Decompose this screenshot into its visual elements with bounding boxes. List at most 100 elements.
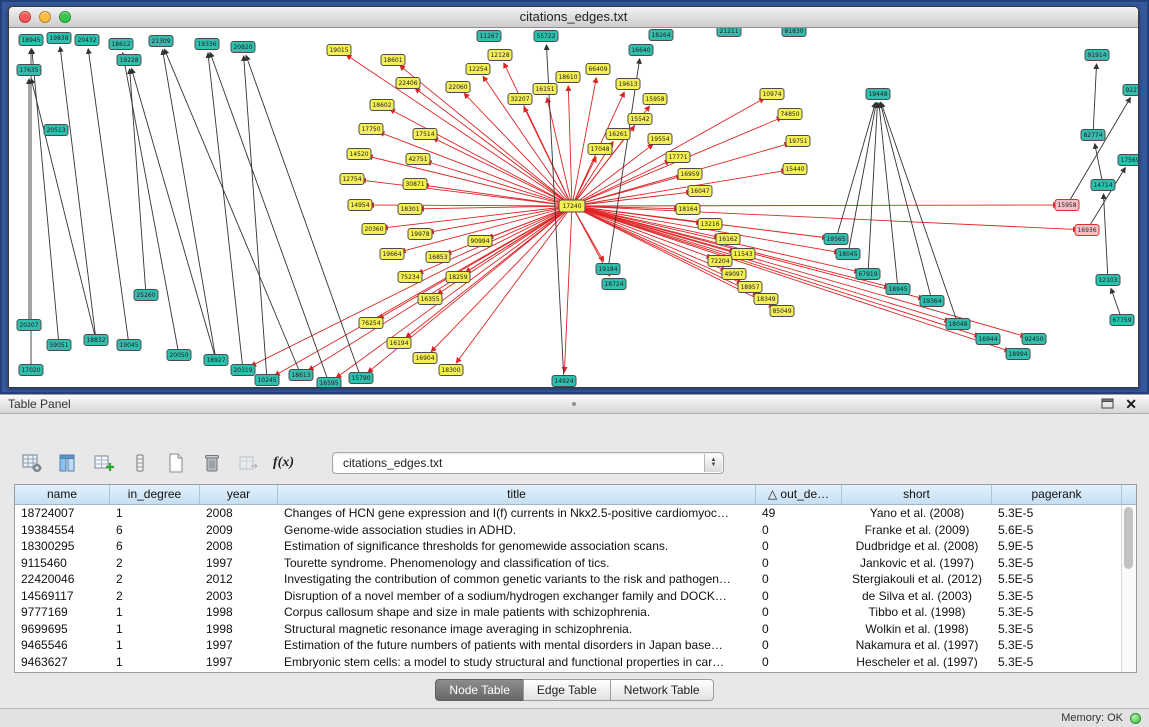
graph-node[interactable]: 16162 — [716, 234, 740, 245]
graph-node[interactable]: 14924 — [552, 376, 576, 387]
graph-node[interactable]: 10245 — [255, 375, 279, 386]
graph-edge[interactable] — [208, 53, 243, 370]
graph-node[interactable]: 16904 — [413, 353, 437, 364]
graph-node[interactable]: 16944 — [976, 334, 1000, 345]
graph-edge[interactable] — [868, 103, 878, 274]
table-row[interactable]: 969969511998Structural magnetic resonanc… — [15, 621, 1122, 638]
graph-edge[interactable] — [524, 107, 572, 206]
graph-node[interactable]: 21211 — [717, 28, 741, 37]
graph-edge[interactable] — [379, 206, 572, 318]
tab-edge-table[interactable]: Edge Table — [523, 679, 611, 701]
graph-node[interactable]: 15958 — [643, 94, 667, 105]
graph-node[interactable]: 17240 — [559, 200, 585, 212]
graph-node[interactable]: 85049 — [770, 306, 794, 317]
show-columns-icon[interactable] — [54, 450, 81, 477]
column-header[interactable]: pagerank — [992, 485, 1122, 504]
graph-node[interactable]: 15790 — [349, 373, 373, 384]
graph-edge[interactable] — [572, 157, 596, 206]
graph-node[interactable]: 20513 — [44, 125, 68, 136]
graph-node[interactable]: 12128 — [488, 50, 512, 61]
graph-edge[interactable] — [164, 49, 301, 375]
graph-node[interactable]: 19228 — [117, 55, 141, 66]
graph-edge[interactable] — [572, 206, 1009, 351]
graph-node[interactable]: 13216 — [698, 219, 722, 230]
tab-network-table[interactable]: Network Table — [610, 679, 714, 701]
graph-node[interactable]: 18349 — [754, 294, 778, 305]
network-canvas[interactable]: 1894519838204321861221309193362082017635… — [9, 28, 1138, 388]
graph-node[interactable]: 17750 — [359, 124, 383, 135]
graph-node[interactable]: 12754 — [340, 174, 364, 185]
graph-node[interactable]: 20319 — [231, 365, 255, 376]
graph-node[interactable]: 19978 — [408, 229, 432, 240]
graph-node[interactable]: 19565 — [824, 234, 848, 245]
graph-node[interactable]: 18045 — [836, 249, 860, 260]
table-mode-icon[interactable] — [126, 450, 153, 477]
column-header[interactable]: in_degree — [110, 485, 200, 504]
graph-node[interactable]: 92274 — [1123, 85, 1138, 96]
graph-node[interactable]: 30871 — [403, 179, 427, 190]
graph-node[interactable]: 16047 — [688, 186, 712, 197]
new-document-icon[interactable] — [162, 450, 189, 477]
graph-edge[interactable] — [433, 138, 572, 206]
graph-edge[interactable] — [163, 50, 216, 360]
column-header[interactable]: △ out_de… — [756, 485, 842, 504]
combo-stepper-icon[interactable]: ▲▼ — [704, 454, 722, 472]
graph-node[interactable]: 55722 — [534, 31, 558, 42]
graph-node[interactable]: 14714 — [1091, 180, 1115, 191]
graph-edge[interactable] — [572, 206, 1025, 337]
graph-edge[interactable] — [31, 79, 96, 340]
graph-node[interactable]: 10974 — [760, 89, 784, 100]
column-header[interactable]: short — [842, 485, 992, 504]
graph-node[interactable]: 18927 — [204, 355, 228, 366]
graph-edge[interactable] — [1087, 168, 1125, 230]
graph-node[interactable]: 14954 — [348, 200, 372, 211]
graph-node[interactable]: 18610 — [556, 72, 580, 83]
table-row[interactable]: 1456911722003Disruption of a novel membe… — [15, 588, 1122, 605]
graph-node[interactable]: 22406 — [396, 78, 420, 89]
graph-node[interactable]: 19015 — [327, 45, 351, 56]
graph-edge[interactable] — [1103, 194, 1108, 280]
graph-node[interactable]: 67759 — [1110, 315, 1134, 326]
table-row[interactable]: 977716911998Corpus callosum shape and si… — [15, 604, 1122, 621]
graph-node[interactable]: 32207 — [508, 94, 532, 105]
graph-edge[interactable] — [361, 180, 572, 206]
graph-node[interactable]: 11543 — [731, 249, 755, 260]
graph-node[interactable]: 18300 — [439, 365, 463, 376]
graph-node[interactable]: 16853 — [426, 252, 450, 263]
graph-node[interactable]: 19448 — [866, 89, 890, 100]
import-table-icon[interactable] — [234, 450, 261, 477]
graph-edge[interactable] — [879, 103, 898, 289]
graph-node[interactable]: 25260 — [134, 290, 158, 301]
graph-node[interactable]: 20360 — [362, 224, 386, 235]
graph-edge[interactable] — [572, 205, 1058, 206]
zoom-window-button[interactable] — [59, 11, 71, 23]
graph-node[interactable]: 18048 — [946, 319, 970, 330]
graph-node[interactable]: 49097 — [722, 269, 746, 280]
graph-node[interactable]: 12103 — [1096, 275, 1120, 286]
close-panel-icon[interactable]: ✕ — [1125, 395, 1137, 413]
graph-node[interactable]: 17048 — [588, 144, 612, 155]
graph-node[interactable]: 16261 — [606, 129, 630, 140]
graph-node[interactable]: 15440 — [783, 164, 807, 175]
graph-edge[interactable] — [568, 86, 572, 206]
graph-node[interactable]: 17635 — [17, 65, 41, 76]
table-settings-icon[interactable] — [18, 450, 45, 477]
graph-edge[interactable] — [848, 103, 876, 254]
graph-node[interactable]: 90994 — [468, 236, 492, 247]
graph-node[interactable]: 91914 — [1085, 50, 1109, 61]
graph-node[interactable]: 16936 — [1075, 225, 1099, 236]
graph-node[interactable]: 18945 — [19, 35, 43, 46]
graph-node[interactable]: 18994 — [1006, 349, 1030, 360]
column-header[interactable]: title — [278, 485, 756, 504]
graph-node[interactable]: 18601 — [381, 55, 405, 66]
graph-node[interactable]: 92450 — [1022, 334, 1046, 345]
graph-node[interactable]: 19664 — [380, 249, 404, 260]
graph-node[interactable]: 15542 — [628, 114, 652, 125]
graph-node[interactable]: 18264 — [649, 30, 673, 41]
close-window-button[interactable] — [19, 11, 31, 23]
graph-node[interactable]: 18602 — [370, 100, 394, 111]
scrollbar-thumb[interactable] — [1124, 507, 1133, 569]
graph-node[interactable]: 21309 — [149, 36, 173, 47]
graph-node[interactable]: 16355 — [418, 294, 442, 305]
graph-node[interactable]: 17771 — [666, 152, 690, 163]
